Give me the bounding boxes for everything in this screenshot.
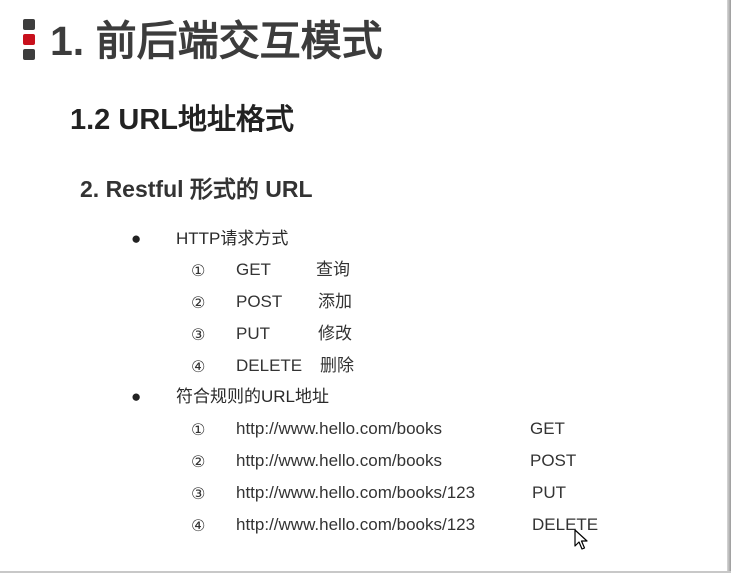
url-method: POST (530, 451, 577, 470)
url-method: PUT (532, 483, 566, 502)
url-method: DELETE (532, 515, 599, 534)
bullet-icon: ● (131, 229, 142, 248)
http-method: GET (236, 260, 271, 279)
url-method: GET (530, 419, 565, 438)
http-method: POST (236, 292, 283, 311)
group-label-http-methods: HTTP请求方式 (176, 229, 289, 248)
url-example: http://www.hello.com/books (236, 451, 442, 470)
item-number: ③ (191, 327, 206, 344)
url-example: http://www.hello.com/books (236, 419, 442, 438)
slide-main-title: 1. 前后端交互模式 (50, 18, 383, 64)
method-meaning: 查询 (316, 260, 350, 279)
method-meaning: 删除 (320, 356, 354, 375)
url-example: http://www.hello.com/books/123 (236, 515, 476, 534)
item-number: ④ (191, 359, 206, 376)
item-number: ④ (191, 518, 206, 535)
bullet-icon: ● (131, 387, 142, 406)
subsection-title: 2. Restful 形式的 URL (80, 176, 313, 202)
url-example: http://www.hello.com/books/123 (236, 483, 476, 502)
item-number: ② (191, 295, 206, 312)
title-marker-icon (23, 19, 35, 61)
http-method: DELETE (236, 356, 303, 375)
section-title: 1.2 URL地址格式 (70, 104, 294, 136)
method-meaning: 添加 (318, 292, 352, 311)
item-number: ③ (191, 486, 206, 503)
group-label-url-rules: 符合规则的URL地址 (176, 387, 330, 406)
item-number: ① (191, 422, 206, 439)
item-number: ① (191, 263, 206, 280)
method-meaning: 修改 (318, 324, 352, 343)
mouse-cursor-icon (574, 529, 588, 550)
item-number: ② (191, 454, 206, 471)
window-right-border (727, 0, 731, 573)
http-method: PUT (236, 324, 270, 343)
